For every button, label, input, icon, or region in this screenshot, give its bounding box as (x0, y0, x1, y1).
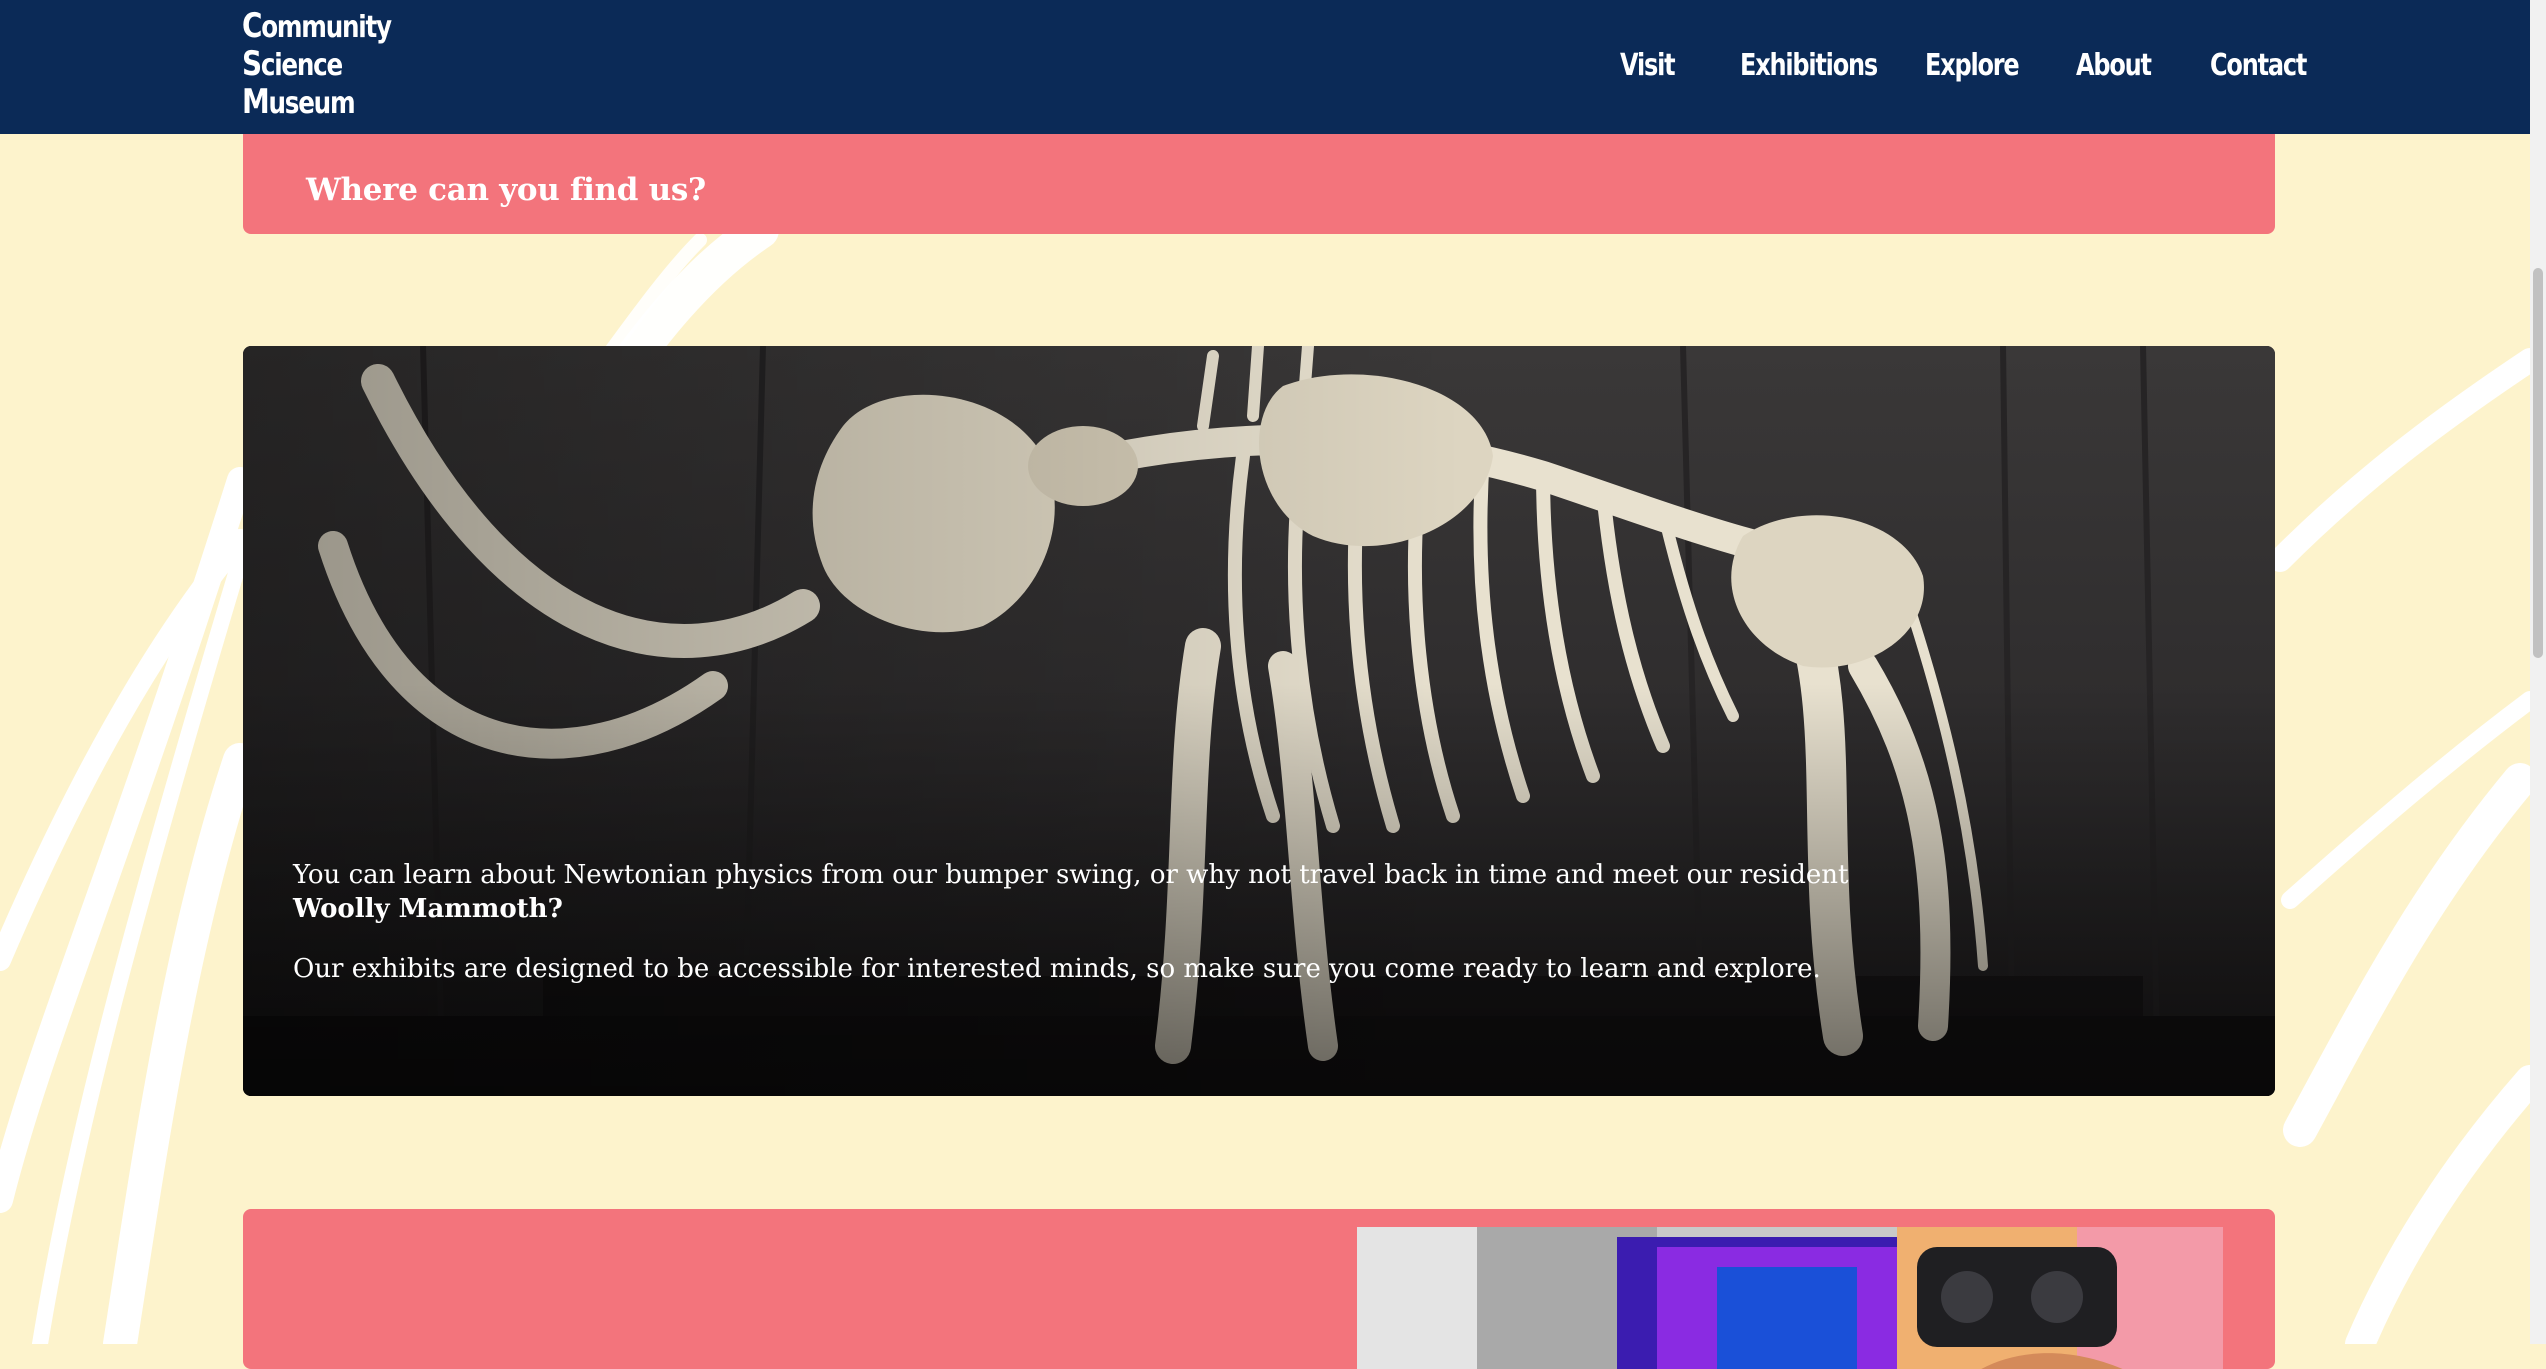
vr-headset-photo (1357, 1227, 2223, 1369)
woolly-mammoth-highlight: Woolly Mammoth? (293, 894, 563, 924)
logo-line-1: Community (242, 6, 392, 46)
nav-item-exhibitions[interactable]: Exhibitions (1740, 44, 1878, 88)
nav-item-contact[interactable]: Contact (2210, 44, 2307, 88)
find-us-banner: Where can you find us? (243, 134, 2275, 234)
scrollbar-thumb[interactable] (2533, 268, 2543, 658)
site-logo[interactable]: Community Science Museum (242, 6, 392, 122)
hero-paragraph-1: You can learn about Newtonian physics fr… (293, 860, 1849, 924)
nav-item-visit[interactable]: Visit (1620, 44, 1676, 88)
find-us-heading: Where can you find us? (306, 172, 706, 208)
page-scrollbar[interactable] (2530, 0, 2546, 1344)
nav-item-explore[interactable]: Explore (1925, 44, 2020, 88)
hero-text: You can learn about Newtonian physics fr… (293, 858, 1853, 1012)
nav-item-about[interactable]: About (2076, 44, 2152, 88)
logo-line-3: Museum (242, 82, 356, 122)
hero-paragraph-2: Our exhibits are designed to be accessib… (293, 954, 1821, 984)
logo-line-2: Science (242, 44, 343, 84)
mammoth-hero: You can learn about Newtonian physics fr… (243, 346, 2275, 1096)
promo-card (243, 1209, 2275, 1369)
